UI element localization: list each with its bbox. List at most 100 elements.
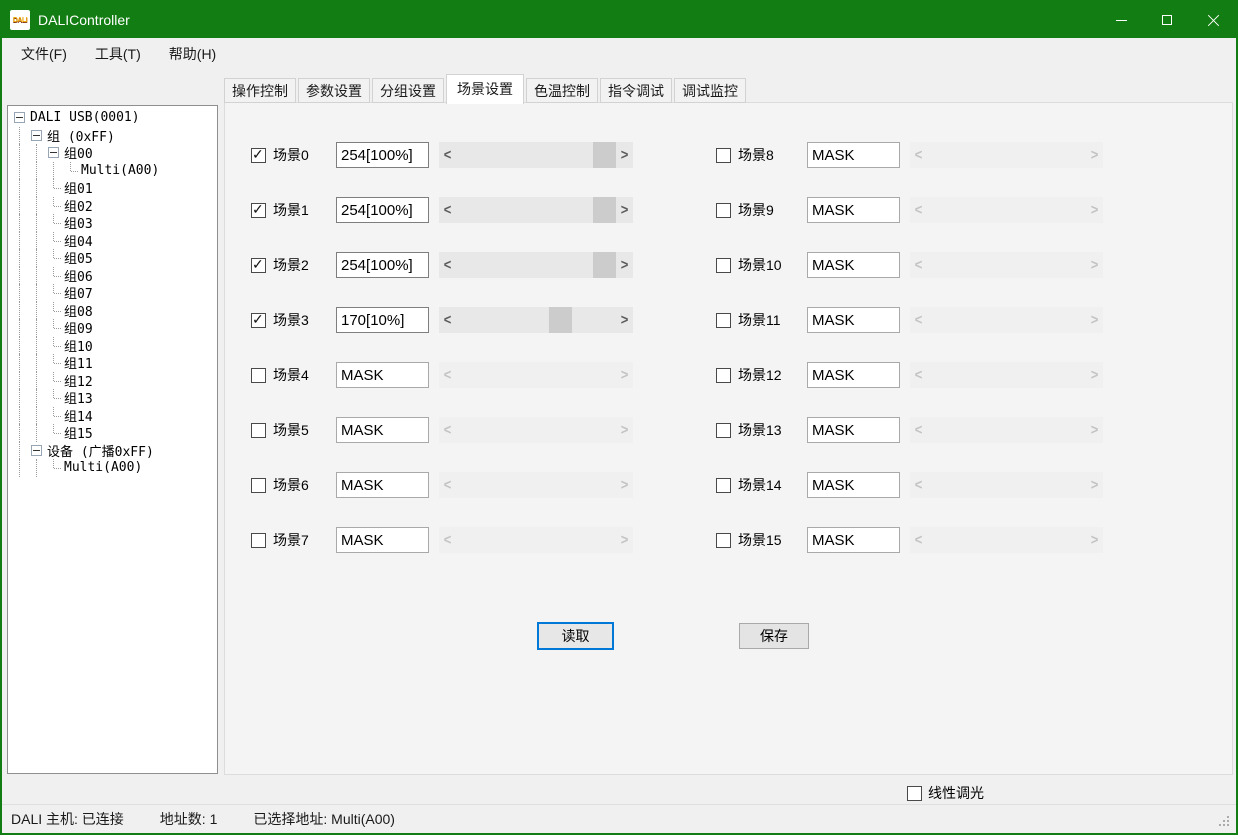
scene-value-input[interactable] <box>336 472 429 498</box>
scene-value-input[interactable] <box>807 197 900 223</box>
slider-left-arrow-icon[interactable]: < <box>910 360 927 390</box>
slider-left-arrow-icon[interactable]: < <box>439 305 456 335</box>
scene-checkbox[interactable]: ✓ <box>716 533 731 548</box>
scene-checkbox[interactable]: ✓ <box>716 148 731 163</box>
tree-item[interactable]: Multi(A00) <box>11 459 217 477</box>
scene-value-input[interactable] <box>807 417 900 443</box>
scene-slider[interactable]: < > <box>439 417 633 443</box>
scene-checkbox[interactable]: ✓ <box>716 313 731 328</box>
tree-item[interactable]: 组13 <box>11 389 217 407</box>
tab-parameter-settings[interactable]: 参数设置 <box>298 78 370 103</box>
scene-checkbox[interactable]: ✓ <box>716 203 731 218</box>
scene-checkbox[interactable]: ✓ <box>251 313 266 328</box>
slider-track[interactable] <box>927 472 1086 498</box>
scene-value-input[interactable] <box>807 307 900 333</box>
tree-item-label[interactable]: 组03 <box>64 213 93 232</box>
tree-item-label[interactable]: 组08 <box>64 301 93 320</box>
slider-track[interactable] <box>927 197 1086 223</box>
scene-slider[interactable]: < > <box>910 362 1103 388</box>
slider-left-arrow-icon[interactable]: < <box>439 360 456 390</box>
tab-color-temp-control[interactable]: 色温控制 <box>526 78 598 103</box>
tree-item-label[interactable]: Multi(A00) <box>64 460 142 475</box>
tree-item[interactable]: 组14 <box>11 407 217 425</box>
tree-item-label[interactable]: 设备 (广播0xFF) <box>47 441 154 460</box>
tree-item-label[interactable]: 组15 <box>64 423 93 442</box>
slider-track[interactable] <box>456 307 616 333</box>
scene-slider[interactable]: < > <box>910 142 1103 168</box>
tree-item[interactable]: 组02 <box>11 197 217 215</box>
linear-dimming-checkbox[interactable]: ✓ <box>907 786 922 801</box>
scene-value-input[interactable] <box>336 252 429 278</box>
slider-track[interactable] <box>927 527 1086 553</box>
tree-item[interactable]: DALI USB(0001) <box>11 109 217 127</box>
tab-scene-settings[interactable]: 场景设置 <box>446 74 524 104</box>
scene-checkbox[interactable]: ✓ <box>716 478 731 493</box>
tab-group-settings[interactable]: 分组设置 <box>372 78 444 103</box>
scene-slider[interactable]: < > <box>910 252 1103 278</box>
collapse-icon[interactable] <box>14 112 25 123</box>
slider-thumb[interactable] <box>593 252 616 278</box>
tree-item-label[interactable]: 组 (0xFF) <box>47 126 115 145</box>
slider-left-arrow-icon[interactable]: < <box>439 415 456 445</box>
tree-item-label[interactable]: Multi(A00) <box>81 163 159 178</box>
tree-item-label[interactable]: 组09 <box>64 318 93 337</box>
scene-checkbox[interactable]: ✓ <box>251 258 266 273</box>
slider-track[interactable] <box>927 252 1086 278</box>
slider-left-arrow-icon[interactable]: < <box>439 140 456 170</box>
tab-command-debug[interactable]: 指令调试 <box>600 78 672 103</box>
scene-slider[interactable]: < > <box>439 527 633 553</box>
slider-track[interactable] <box>456 142 616 168</box>
scene-slider[interactable]: < > <box>910 307 1103 333</box>
slider-left-arrow-icon[interactable]: < <box>910 195 927 225</box>
scene-slider[interactable]: < > <box>439 197 633 223</box>
slider-left-arrow-icon[interactable]: < <box>439 525 456 555</box>
slider-right-arrow-icon[interactable]: > <box>1086 470 1103 500</box>
scene-value-input[interactable] <box>336 362 429 388</box>
collapse-icon[interactable] <box>48 147 59 158</box>
slider-left-arrow-icon[interactable]: < <box>910 250 927 280</box>
slider-track[interactable] <box>456 362 616 388</box>
slider-left-arrow-icon[interactable]: < <box>910 305 927 335</box>
tree-item-label[interactable]: 组11 <box>64 353 93 372</box>
slider-left-arrow-icon[interactable]: < <box>439 470 456 500</box>
scene-value-input[interactable] <box>336 197 429 223</box>
tree-item-label[interactable]: 组14 <box>64 406 93 425</box>
tree-item-label[interactable]: 组02 <box>64 196 93 215</box>
scene-value-input[interactable] <box>807 142 900 168</box>
slider-right-arrow-icon[interactable]: > <box>1086 195 1103 225</box>
scene-checkbox[interactable]: ✓ <box>716 258 731 273</box>
slider-track[interactable] <box>456 472 616 498</box>
scene-slider[interactable]: < > <box>910 472 1103 498</box>
slider-track[interactable] <box>927 417 1086 443</box>
scene-checkbox[interactable]: ✓ <box>251 203 266 218</box>
scene-slider[interactable]: < > <box>439 307 633 333</box>
scene-checkbox[interactable]: ✓ <box>251 533 266 548</box>
scene-checkbox[interactable]: ✓ <box>251 423 266 438</box>
tree-item-label[interactable]: 组04 <box>64 231 93 250</box>
read-button[interactable]: 读取 <box>537 622 614 650</box>
slider-track[interactable] <box>456 527 616 553</box>
tree-item-label[interactable]: 组13 <box>64 388 93 407</box>
tree-item-label[interactable]: DALI USB(0001) <box>30 110 140 125</box>
tree-item[interactable]: 组 (0xFF) <box>11 127 217 145</box>
slider-left-arrow-icon[interactable]: < <box>910 525 927 555</box>
scene-slider[interactable]: < > <box>439 362 633 388</box>
slider-right-arrow-icon[interactable]: > <box>1086 415 1103 445</box>
slider-thumb[interactable] <box>593 197 616 223</box>
minimize-button[interactable] <box>1098 2 1144 38</box>
collapse-icon[interactable] <box>31 130 42 141</box>
slider-left-arrow-icon[interactable]: < <box>910 415 927 445</box>
slider-left-arrow-icon[interactable]: < <box>439 250 456 280</box>
slider-right-arrow-icon[interactable]: > <box>616 250 633 280</box>
close-button[interactable] <box>1190 2 1236 38</box>
scene-slider[interactable]: < > <box>910 417 1103 443</box>
tree-item[interactable]: 组08 <box>11 302 217 320</box>
scene-checkbox[interactable]: ✓ <box>716 423 731 438</box>
slider-right-arrow-icon[interactable]: > <box>616 525 633 555</box>
scene-value-input[interactable] <box>336 307 429 333</box>
slider-right-arrow-icon[interactable]: > <box>1086 250 1103 280</box>
slider-track[interactable] <box>927 307 1086 333</box>
tree-item-label[interactable]: 组10 <box>64 336 93 355</box>
scene-value-input[interactable] <box>807 362 900 388</box>
tree-item[interactable]: 组04 <box>11 232 217 250</box>
